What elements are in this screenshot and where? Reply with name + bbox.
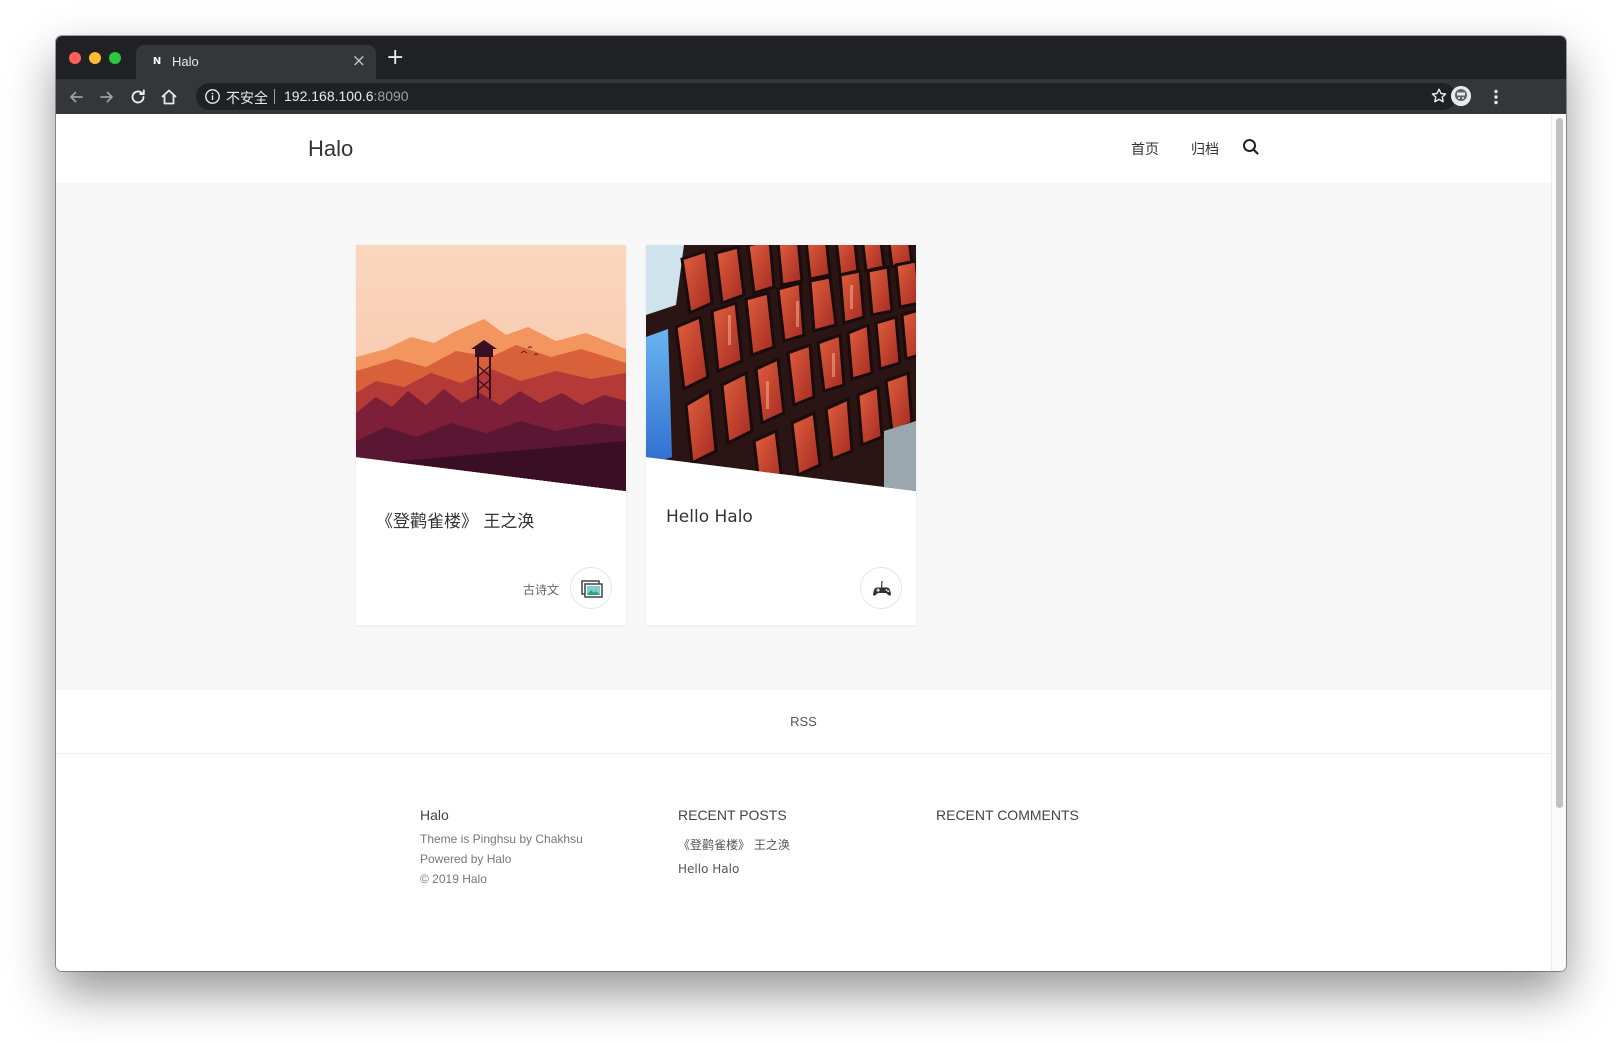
footer-site-title: Halo (420, 807, 449, 823)
recent-posts-heading: RECENT POSTS (678, 807, 787, 823)
nav-archive[interactable]: 归档 (1191, 139, 1219, 159)
post-format-button[interactable] (860, 567, 902, 609)
home-icon[interactable] (159, 87, 179, 107)
picture-icon (581, 580, 603, 598)
recent-post-link[interactable]: 《登鹳雀楼》 王之涣 (678, 833, 790, 857)
omnibox-divider (274, 89, 275, 104)
browser-window: N Halo × + 不安全 192.168.100.6:8090 Halo 首… (56, 36, 1566, 971)
rss-link[interactable]: RSS (56, 714, 1551, 729)
security-label: 不安全 (226, 90, 268, 106)
footer-about: Halo Theme is Pinghsu by Chakhsu Powered… (420, 807, 583, 889)
post-category-tag[interactable]: 古诗文 (523, 581, 559, 598)
browser-tab[interactable]: N Halo × (136, 45, 376, 79)
close-window-button[interactable] (69, 52, 81, 64)
url-host: 192.168.100.6 (284, 88, 374, 104)
footer-powered-line: Powered by Halo (420, 852, 512, 866)
new-tab-button[interactable]: + (386, 47, 404, 69)
footer-recent-comments: RECENT COMMENTS (936, 807, 1079, 829)
browser-toolbar: 不安全 192.168.100.6:8090 (56, 79, 1566, 114)
browser-menu-icon[interactable] (1486, 87, 1506, 107)
site-footer: Halo Theme is Pinghsu by Chakhsu Powered… (56, 755, 1551, 971)
tab-title: Halo (172, 54, 199, 69)
post-cover-image[interactable] (356, 245, 626, 491)
post-format-button[interactable] (570, 567, 612, 609)
footer-copyright: © 2019 Halo (420, 872, 487, 886)
post-title[interactable]: 《登鹳雀楼》 王之涣 (376, 507, 534, 532)
forward-icon[interactable] (97, 87, 117, 107)
scrollbar-thumb[interactable] (1556, 118, 1563, 808)
tab-bar: N Halo × + (56, 36, 1566, 79)
reload-icon[interactable] (128, 87, 148, 107)
recent-post-link[interactable]: Hello Halo (678, 857, 790, 881)
post-cover-image[interactable] (646, 245, 916, 491)
rss-bar: RSS (56, 690, 1551, 754)
profile-avatar-icon[interactable] (1451, 86, 1471, 106)
page-viewport: Halo 首页 归档 《登鹳雀楼》 王之涣 古诗文 Hello Halo RSS… (56, 114, 1566, 971)
zoom-window-button[interactable] (109, 52, 121, 64)
address-bar[interactable]: 不安全 192.168.100.6:8090 (196, 83, 1456, 110)
search-icon[interactable] (1241, 137, 1261, 157)
tab-close-icon[interactable]: × (352, 52, 366, 70)
post-title[interactable]: Hello Halo (666, 507, 753, 527)
info-icon[interactable] (204, 88, 221, 105)
page-scrollbar[interactable] (1551, 114, 1566, 971)
post-card[interactable]: Hello Halo (646, 245, 916, 625)
post-list: 《登鹳雀楼》 王之涣 古诗文 Hello Halo (56, 183, 1551, 690)
site-brand[interactable]: Halo (308, 136, 353, 162)
site-header: Halo 首页 归档 (56, 114, 1551, 183)
footer-theme-line: Theme is Pinghsu by Chakhsu (420, 832, 583, 846)
gamepad-icon (873, 580, 891, 596)
bookmark-star-icon[interactable] (1430, 87, 1448, 105)
recent-comments-heading: RECENT COMMENTS (936, 807, 1079, 823)
post-card[interactable]: 《登鹳雀楼》 王之涣 古诗文 (356, 245, 626, 625)
url-port: :8090 (373, 88, 409, 104)
url-text[interactable]: 192.168.100.6:8090 (284, 88, 409, 104)
nav-home[interactable]: 首页 (1131, 139, 1159, 159)
footer-recent-posts: RECENT POSTS 《登鹳雀楼》 王之涣 Hello Halo (678, 807, 790, 881)
minimize-window-button[interactable] (89, 52, 101, 64)
back-icon[interactable] (66, 87, 86, 107)
favicon-icon: N (152, 56, 162, 67)
